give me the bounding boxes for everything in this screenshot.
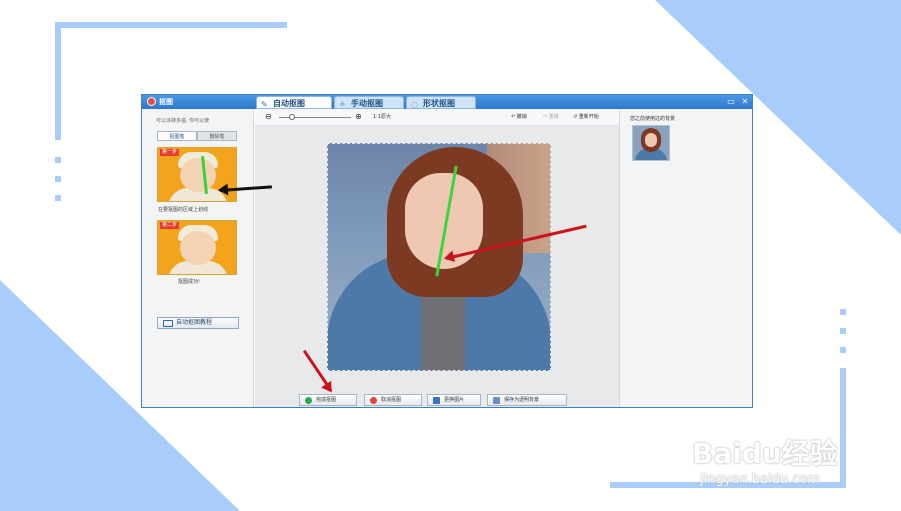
close-button[interactable]: ✕ [740, 96, 750, 107]
right-panel: 您之前使用过的背景 [619, 109, 752, 407]
auto-cutout-tutorial-button[interactable]: 自动抠图教程 [157, 317, 239, 329]
baidu-jingyan-watermark: Baidu经验 [692, 437, 838, 470]
tab-delete-pen[interactable]: 删除笔 [197, 131, 237, 141]
window-title: 抠图 [159, 98, 173, 106]
zoom-slider-handle[interactable] [289, 114, 295, 120]
redo-button[interactable]: ↷ 重做 [543, 113, 559, 120]
decor-dot [840, 309, 846, 315]
zoom-out-icon[interactable]: ⊖ [265, 112, 272, 121]
save-transparent-button[interactable]: 保存为透明背景 [487, 394, 567, 406]
decor-line-top [55, 22, 287, 28]
check-icon [305, 397, 312, 404]
decor-dot [55, 157, 61, 163]
restart-button[interactable]: ↺ 重新开始 [573, 113, 599, 120]
save-icon [493, 397, 500, 404]
toolbar: ⊖ ⊕ 1:1原大 ↶ 撤销 ↷ 重做 ↺ 重新开始 [255, 109, 619, 126]
image-icon [433, 397, 440, 404]
complete-label: 完成抠图 [316, 397, 337, 403]
canvas-area: ⊖ ⊕ 1:1原大 ↶ 撤销 ↷ 重做 ↺ 重新开始 完成抠图 取消抠图 更换图… [255, 109, 619, 407]
tutorial-label: 自动抠图教程 [176, 319, 213, 326]
tab-label: 手动抠图 [351, 99, 383, 108]
step-badge: 第二步 [160, 222, 180, 229]
example-1-caption: 在要抠图的区域上划线 [158, 207, 209, 213]
minimize-button[interactable]: ▭ [726, 96, 736, 107]
action-bar: 完成抠图 取消抠图 更换图片 保存为透明背景 [255, 391, 619, 407]
restart-label: 重新开始 [578, 114, 599, 120]
cancel-cutout-button[interactable]: 取消抠图 [364, 394, 422, 406]
decor-line-right [840, 368, 846, 488]
selection-outline [327, 143, 551, 371]
tab-auto-cutout[interactable]: ✎ 自动抠图 [256, 96, 332, 109]
watermark-url: jingyan.baidu.com [700, 472, 820, 487]
zoom-in-icon[interactable]: ⊕ [355, 112, 362, 121]
example-2-caption: 抠图成功! [178, 279, 201, 285]
recent-backgrounds-title: 您之前使用过的背景 [630, 116, 676, 122]
complete-cutout-button[interactable]: 完成抠图 [299, 394, 357, 406]
tab-manual-cutout[interactable]: ✧ 手动抠图 [334, 96, 404, 109]
redo-label: 重做 [548, 114, 559, 120]
replace-image-button[interactable]: 更换图片 [427, 394, 481, 406]
tab-label: 自动抠图 [273, 99, 305, 108]
tab-shape-cutout[interactable]: ◌ 形状抠图 [406, 96, 476, 109]
undo-label: 撤销 [516, 114, 527, 120]
recent-background-thumbnail[interactable] [632, 125, 670, 161]
undo-button[interactable]: ↶ 撤销 [511, 113, 527, 120]
decor-dot [55, 195, 61, 201]
tab-label: 形状抠图 [423, 99, 455, 108]
tab-brush-pen[interactable]: 抠图笔 [157, 131, 197, 141]
title-bar: 抠图 ✎ 自动抠图 ✧ 手动抠图 ◌ 形状抠图 ▭ ✕ [142, 95, 752, 109]
monitor-icon [163, 320, 173, 327]
cancel-icon [370, 397, 377, 404]
example-step-2: 第二步 [157, 220, 237, 275]
step-badge: 第一步 [160, 149, 180, 156]
save-label: 保存为透明背景 [504, 397, 540, 403]
photo-canvas[interactable] [327, 143, 551, 371]
app-logo-icon [147, 97, 156, 106]
decor-dot [840, 328, 846, 334]
replace-label: 更换图片 [444, 397, 465, 403]
actual-size-button[interactable]: 1:1原大 [373, 113, 391, 120]
decor-dot [840, 347, 846, 353]
hint-text: 可以涂抹多遍, 你可以使 [156, 118, 210, 124]
left-panel: 可以涂抹多遍, 你可以使 抠图笔 删除笔 第一步 在要抠图的区域上划线 第二步 … [142, 109, 254, 407]
decor-line-left [55, 22, 61, 140]
cancel-label: 取消抠图 [381, 397, 402, 403]
decor-dot [55, 176, 61, 182]
